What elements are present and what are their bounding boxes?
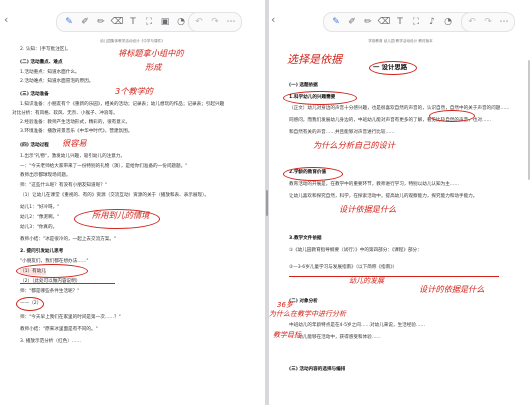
pen-icon[interactable]: ✐ — [79, 16, 91, 28]
document-page: 幼儿园集体教学活动设计《中学与课件》 2. 认知：[手写批注区]。 (二) 活动… — [0, 36, 265, 405]
doc-line: 3.环境准备：播放背景音乐《中华中时代》，营建氛围。 — [20, 129, 133, 134]
doc-line: 3. 播放示范分析（红色）…… — [20, 339, 81, 344]
ink-underline — [20, 283, 115, 284]
doc-line: （正文）幼儿对身边的声音十分感兴趣，也是很喜欢自然的声音的，认识自然，自然中的关… — [289, 106, 510, 111]
doc-line: 1.知识准备：小朋友有个《重新的乐园》，相关的活动；记录表；幼儿想玩的作品；记录… — [20, 102, 225, 107]
pen-icon[interactable]: ✎ — [63, 16, 75, 28]
doc-heading: (三) 活动准备 — [20, 92, 49, 97]
menu-icon[interactable]: ⋯ — [498, 16, 510, 28]
doc-line: ②—3-6岁儿童学习与发展指南》（以下简称《指南》） — [289, 265, 398, 270]
handwritten-note: 很容易 — [62, 138, 87, 148]
handwritten-note: 为什么分析自己的设计 — [313, 140, 395, 150]
running-header: 学前教育 幼儿园 教学活动设计 教材版本 — [368, 39, 433, 43]
ink-circle — [369, 61, 417, 75]
handwritten-note: 36岁 — [277, 301, 293, 309]
select-icon[interactable]: ⛶ — [410, 16, 422, 28]
doc-line: 教师小结："原来冰里面是有不同的。" — [20, 327, 98, 332]
eraser-icon[interactable]: ⌫ — [111, 16, 124, 28]
doc-line: 2.活动难点：知道水面冒泡的原因。 — [20, 79, 94, 84]
more-icon[interactable]: ◔ — [442, 16, 454, 28]
document-page: 学前教育 幼儿园 教学活动设计 教材版本 一 设计思路 (一) 选题依据 1.科… — [269, 36, 532, 405]
ink-circle — [283, 167, 343, 181]
handwritten-note: 为什么在教学中进行分析 — [269, 310, 346, 318]
ink-circle — [429, 110, 475, 122]
mic-icon[interactable]: ♪ — [426, 16, 438, 28]
handwritten-note: 设计的依据是什么 — [419, 284, 485, 294]
handwritten-note: 形成 — [145, 62, 162, 72]
eraser-icon[interactable]: ⌫ — [378, 16, 391, 28]
left-document-pane: ‹ ✎ ✐ ✏ ⌫ T ⛶ ▣ ◔ › ↶ ↷ ⋯ 幼儿园集体教学活动设计《中学… — [0, 0, 265, 405]
ink-circle — [16, 264, 88, 278]
running-header: 幼儿园集体教学活动设计《中学与课件》 — [100, 39, 165, 43]
doc-line: 对比分析：有风格、软风、无奈、小猴子、冲浪等。 — [12, 111, 118, 116]
doc-line: 2.经验准备：教师产生活动形式，精彩的，很有意义。 — [20, 120, 131, 125]
doc-heading: (四) 活动过程 — [20, 143, 49, 148]
doc-line: 同感问，而我们发展幼儿身边的，中班幼儿能对声音有更多的了解，看见比较自然的声音，… — [289, 118, 492, 123]
ink-circle — [16, 297, 44, 311]
doc-line: （1）让幼儿在课堂《重视的、有的》资源（交流互动）资源的关于（播放和表、表示展现… — [20, 193, 209, 198]
pen-icon[interactable]: ✐ — [346, 16, 358, 28]
doc-line: 幼儿1："好冷呀。" — [20, 205, 60, 210]
doc-line: 师："今天早上我们在家里的时间是第一次……？" — [20, 315, 121, 320]
doc-line: ①《幼儿园教育指导纲要（试行）》中的第四部分：《课程》部分： — [289, 248, 422, 253]
annotation-toolbar: ✎ ✐ ✏ ⌫ T ⛶ ♪ ◔ › — [323, 12, 477, 32]
history-toolbar: ↶ ↷ ⋯ — [461, 12, 515, 32]
handwritten-note: 将标题拿小组中的 — [118, 48, 184, 58]
select-icon[interactable]: ⛶ — [143, 16, 155, 28]
undo-icon[interactable]: ↶ — [193, 16, 205, 28]
doc-line: 师："都是哪些条件生活呢？" — [20, 289, 80, 294]
back-icon[interactable]: ‹ — [271, 13, 275, 26]
doc-heading: (二) 对象分析 — [289, 299, 318, 304]
doc-line: （2）（此处可以做内容说明） — [20, 279, 81, 284]
right-document-pane: ‹ ✎ ✐ ✏ ⌫ T ⛶ ♪ ◔ › ↶ ↷ ⋯ 学前教育 幼儿园 教学活动设… — [269, 0, 532, 405]
redo-icon[interactable]: ↷ — [209, 16, 221, 28]
handwritten-note: 选择是依据 — [287, 53, 342, 66]
doc-line: 教育活动的开展是，在教学中的重要环节，教师进行学习，特别以幼儿认知为主…… — [289, 182, 459, 187]
undo-icon[interactable]: ↶ — [466, 16, 478, 28]
handwritten-note: 3个教学的 — [115, 86, 153, 96]
doc-line: 幼儿3："你真的。 — [20, 225, 58, 230]
doc-line: 中班幼儿的年龄特点是在4-5岁之间……对幼儿来说，生活经验…… — [289, 323, 426, 328]
redo-icon[interactable]: ↷ — [482, 16, 494, 28]
highlighter-icon[interactable]: ✏ — [95, 16, 107, 28]
handwritten-note: 教学目标 — [273, 331, 301, 339]
more-icon[interactable]: ◔ — [175, 16, 187, 28]
ink-circle — [74, 209, 160, 229]
annotation-toolbar: ✎ ✐ ✏ ⌫ T ⛶ ▣ ◔ › — [56, 12, 210, 32]
doc-line: 让幼儿喜欢和探究自然，科学，在探索活动中，提高幼儿的观察能力，探究能力和动手能力… — [289, 194, 478, 199]
history-toolbar: ↶ ↷ ⋯ — [188, 12, 242, 32]
scrollbar[interactable] — [528, 60, 530, 180]
doc-heading: (三) 活动内容的选择与编排 — [289, 367, 346, 372]
highlighter-icon[interactable]: ✏ — [362, 16, 374, 28]
ink-circle — [283, 91, 357, 105]
doc-heading: 2. 提问引发幼儿思考 — [20, 249, 64, 254]
text-tool-icon[interactable]: T — [127, 16, 139, 28]
doc-line: ……幼儿能够在活动中，获得感受和体验…… — [289, 335, 381, 340]
back-icon[interactable]: ‹ — [4, 13, 8, 26]
menu-icon[interactable]: ⋯ — [225, 16, 237, 28]
doc-heading: (一) 选题依据 — [289, 83, 318, 88]
doc-line: 教师出示都球现场问题。 — [20, 173, 71, 178]
pen-icon[interactable]: ✎ — [330, 16, 342, 28]
handwritten-note: 幼儿的发展 — [349, 277, 384, 285]
doc-line: 教师小结："冰是很冷的，一起上去交流方案。" — [20, 237, 117, 242]
image-icon[interactable]: ▣ — [159, 16, 171, 28]
ink-underline — [289, 276, 499, 277]
text-tool-icon[interactable]: T — [394, 16, 406, 28]
doc-line: 一："今天老师给大家带来了一份特别的礼物（演），是给你们准备的一份问题题。" — [20, 164, 188, 169]
doc-line: 1.出示"礼物"，激发幼儿兴趣，吸引幼儿的注意力。 — [20, 154, 126, 159]
doc-heading: (二) 活动重点、难点 — [20, 60, 63, 65]
handwritten-note: 设计依据是什么 — [339, 204, 397, 214]
doc-line: 2. 认知：[手写批注区]。 — [20, 47, 71, 52]
doc-heading: 3.教学文件依据 — [289, 236, 322, 241]
doc-line: 师："这些什么呢？有没有小朋友知道呢？" — [20, 183, 107, 188]
doc-line: 1.活动重点：知道水面什么。 — [20, 70, 80, 75]
doc-line: 幼儿2："像泥啊。" — [20, 215, 60, 220]
divider-grip[interactable] — [266, 190, 268, 216]
doc-line: 和自然有关的声音……并且能够对声音进行比较…… — [289, 130, 395, 135]
